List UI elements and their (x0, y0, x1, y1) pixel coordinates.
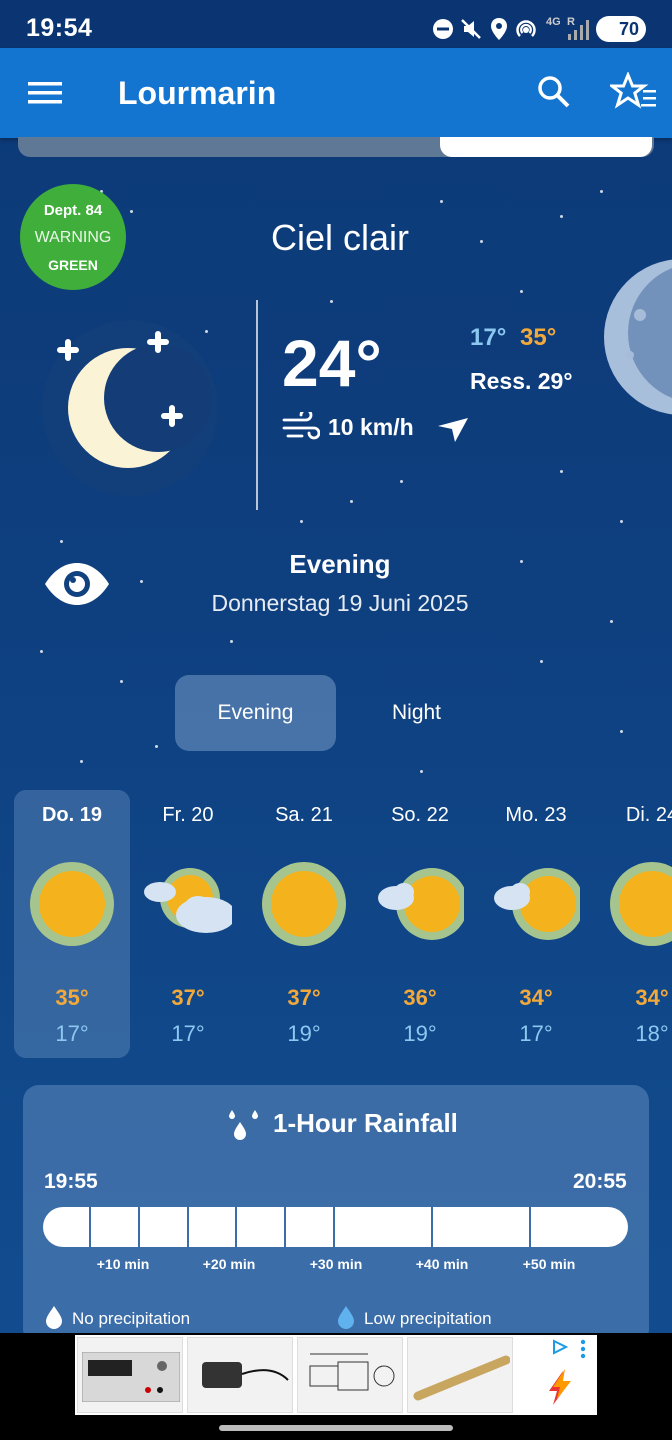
day-max-temp: 34° (519, 985, 553, 1010)
day-forecast-so-22[interactable]: So. 22 36° 19° (362, 790, 478, 1058)
day-max-temp: 37° (287, 985, 321, 1010)
location-icon (491, 18, 507, 40)
current-temperature: 24° (282, 326, 382, 400)
day-forecast-mo-23[interactable]: Mo. 23 34° 17° (478, 790, 594, 1058)
day-forecast-sa-21[interactable]: Sa. 21 37° 19° (246, 790, 362, 1058)
day-min-temp: 19° (287, 1021, 321, 1046)
ad-more-icon[interactable] (579, 1339, 587, 1359)
raindrops-icon (229, 1110, 258, 1140)
sun-clouds-icon (144, 868, 232, 933)
wind-speed: 10 km/h (328, 414, 414, 440)
period-date: Donnerstag 19 Juni 2025 (211, 590, 469, 616)
sun-icon (30, 862, 114, 946)
ad-product-power-supply[interactable] (77, 1337, 183, 1413)
tab-evening[interactable]: Evening (175, 675, 336, 751)
today-min-temp: 17° (470, 324, 507, 351)
location-title: Lourmarin (118, 75, 277, 111)
warning-level: GREEN (48, 257, 98, 273)
day-max-temp: 34° (635, 985, 669, 1010)
tab-night[interactable]: Night (336, 675, 497, 751)
moon-stars-icon (42, 320, 218, 496)
rainfall-mark: +10 min (96, 1256, 150, 1272)
sun-icon (610, 862, 672, 946)
signal-icon (568, 20, 589, 40)
drop-none-icon (46, 1306, 62, 1329)
legend-low-precipitation: Low precipitation (364, 1309, 492, 1328)
day-min-temp: 18° (635, 1021, 669, 1046)
sun-icon (262, 862, 346, 946)
ad-product-rod[interactable] (407, 1337, 513, 1413)
warning-dept: Dept. 84 (43, 202, 103, 219)
day-forecast-do-19[interactable]: Do. 19 35° 17° (14, 790, 130, 1058)
moon-decoration (604, 259, 672, 415)
network-type: 4G (546, 16, 561, 28)
rainfall-mark: +50 min (522, 1256, 576, 1272)
period-title: Evening (289, 549, 391, 579)
status-time: 19:54 (26, 14, 93, 42)
day-forecast-di-24[interactable]: Di. 24 34° 18° (594, 790, 672, 1058)
day-max-temp: 36° (403, 985, 437, 1010)
star-list-icon[interactable] (610, 72, 658, 112)
day-min-temp: 17° (171, 1021, 205, 1046)
day-label: Fr. 20 (162, 804, 214, 826)
rainfall-mark: +30 min (309, 1256, 363, 1272)
legend-no-precipitation: No precipitation (72, 1309, 191, 1328)
eye-icon[interactable] (43, 561, 111, 607)
wind-icon (282, 412, 320, 440)
sun-cloud-icon (494, 868, 580, 940)
day-label: So. 22 (391, 804, 449, 826)
drop-low-icon (338, 1306, 354, 1329)
day-min-temp: 19° (403, 1021, 437, 1046)
rainfall-timeline-bar (43, 1207, 628, 1247)
sun-cloud-icon (378, 868, 464, 940)
mute-icon (461, 19, 481, 39)
day-max-temp: 37° (171, 985, 205, 1010)
day-label: Do. 19 (41, 804, 103, 826)
day-forecast-fr-20[interactable]: Fr. 20 37° 17° (130, 790, 246, 1058)
day-label: Mo. 23 (505, 804, 567, 826)
today-max-temp: 35° (520, 324, 557, 351)
day-min-temp: 17° (519, 1021, 553, 1046)
battery-indicator: 70 (596, 16, 646, 42)
menu-icon[interactable] (28, 80, 62, 106)
dnd-icon (433, 19, 453, 39)
search-icon[interactable] (537, 75, 571, 109)
rainfall-end-time: 20:55 (573, 1170, 627, 1193)
adchoices-icon[interactable] (551, 1339, 569, 1355)
warning-badge[interactable]: Dept. 84 WARNING GREEN (20, 184, 126, 290)
day-label: Sa. 21 (275, 804, 333, 826)
ad-product-adapter[interactable] (187, 1337, 293, 1413)
day-label: Di. 24 (625, 804, 672, 826)
warning-label: WARNING (34, 229, 112, 246)
wind-direction-icon (438, 418, 468, 442)
rainfall-mark: +20 min (202, 1256, 256, 1272)
feels-like-temp: Ress. 29° (470, 368, 573, 394)
day-min-temp: 17° (55, 1021, 89, 1046)
rainfall-mark: +40 min (415, 1256, 469, 1272)
hotspot-icon (516, 20, 536, 37)
ad-banner[interactable] (75, 1335, 597, 1415)
home-indicator[interactable] (219, 1425, 453, 1431)
header-segment-selected[interactable] (440, 137, 652, 157)
day-max-temp: 35° (55, 985, 89, 1010)
app-bar (0, 48, 672, 138)
current-divider (256, 300, 258, 510)
rainfall-start-time: 19:55 (44, 1170, 98, 1193)
ad-product-drawing[interactable] (297, 1337, 403, 1413)
rainfall-title: 1-Hour Rainfall (273, 1108, 458, 1138)
weather-condition: Ciel clair (270, 217, 410, 258)
